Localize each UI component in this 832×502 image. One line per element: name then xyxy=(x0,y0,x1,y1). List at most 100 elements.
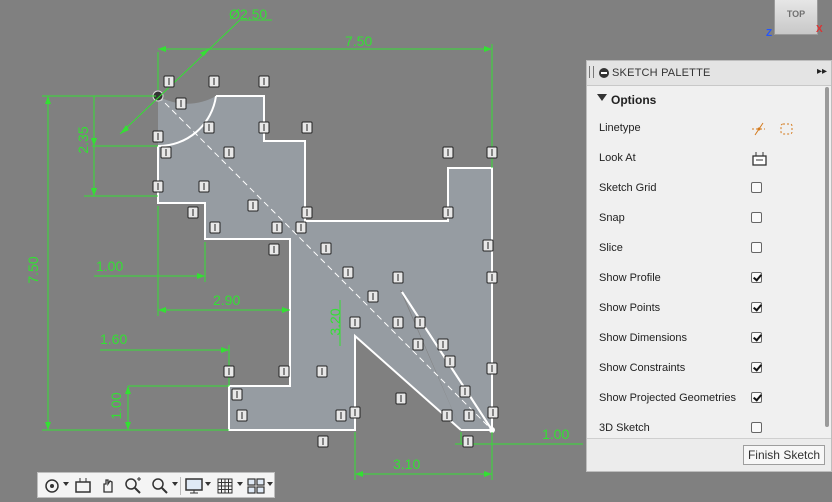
constraint-glyph-icon[interactable] xyxy=(392,316,404,329)
constraint-glyph-icon[interactable] xyxy=(316,365,328,378)
grid-settings-icon[interactable] xyxy=(215,476,235,496)
constraint-glyph-icon[interactable] xyxy=(236,409,248,422)
zoom-icon[interactable] xyxy=(123,476,143,496)
collapse-palette-icon[interactable] xyxy=(599,68,609,78)
constraint-glyph-icon[interactable] xyxy=(295,221,307,234)
option-checkbox[interactable] xyxy=(751,182,762,193)
constraint-glyph-icon[interactable] xyxy=(320,242,332,255)
option-checkbox[interactable] xyxy=(751,302,762,313)
option-row[interactable]: Slice xyxy=(587,234,831,264)
constraint-glyph-icon[interactable] xyxy=(187,206,199,219)
constraint-glyph-icon[interactable] xyxy=(301,121,313,134)
display-dropdown-icon[interactable] xyxy=(205,482,211,486)
constraint-glyph-icon[interactable] xyxy=(349,316,361,329)
orbit-dropdown-icon[interactable] xyxy=(63,482,69,486)
linetype-icons[interactable] xyxy=(751,120,797,138)
constraint-glyph-icon[interactable] xyxy=(395,392,407,405)
constraint-glyph-icon[interactable] xyxy=(412,338,424,351)
option-row[interactable]: Show Points xyxy=(587,294,831,324)
option-checkbox[interactable] xyxy=(751,422,762,433)
constraint-glyph-icon[interactable] xyxy=(223,365,235,378)
palette-scrollbar[interactable] xyxy=(825,87,829,427)
option-row[interactable]: Show Dimensions xyxy=(587,324,831,354)
expand-palette-icon[interactable]: ▸▸ xyxy=(817,66,827,77)
constraint-glyph-icon[interactable] xyxy=(444,355,456,368)
option-row[interactable]: Show Profile xyxy=(587,264,831,294)
constraint-glyph-icon[interactable] xyxy=(209,221,221,234)
option-row[interactable]: Sketch Grid xyxy=(587,174,831,204)
constraint-glyph-icon[interactable] xyxy=(462,435,474,448)
pan-icon[interactable] xyxy=(98,476,118,496)
option-checkbox[interactable] xyxy=(751,242,762,253)
axis-x-label: X xyxy=(816,24,823,35)
constraint-glyph-icon[interactable] xyxy=(486,146,498,159)
chevron-down-icon xyxy=(597,94,607,101)
option-row[interactable]: Show Constraints xyxy=(587,354,831,384)
constraint-glyph-icon[interactable] xyxy=(301,206,313,219)
palette-header[interactable]: SKETCH PALETTE ▸▸ xyxy=(587,61,831,86)
constraint-glyph-icon[interactable] xyxy=(482,239,494,252)
display-settings-icon[interactable] xyxy=(184,476,204,496)
constraint-glyph-icon[interactable] xyxy=(486,362,498,375)
construction-linetype-icon[interactable] xyxy=(752,122,765,136)
constraint-glyph-icon[interactable] xyxy=(441,409,453,422)
grid-dropdown-icon[interactable] xyxy=(237,482,243,486)
constraint-glyph-icon[interactable] xyxy=(208,75,220,88)
constraint-glyph-icon[interactable] xyxy=(175,97,187,110)
option-row[interactable]: Snap xyxy=(587,204,831,234)
option-checkbox[interactable] xyxy=(751,362,762,373)
option-checkbox[interactable] xyxy=(751,332,762,343)
viewports-icon[interactable] xyxy=(246,476,266,496)
look-at-icon[interactable] xyxy=(73,476,93,496)
constraint-glyph-icon[interactable] xyxy=(437,338,449,351)
constraint-glyph-icon[interactable] xyxy=(231,388,243,401)
option-label: Show Projected Geometries xyxy=(599,392,736,404)
constraint-glyph-icon[interactable] xyxy=(268,243,280,256)
constraint-glyph-icon[interactable] xyxy=(392,271,404,284)
zoom-dropdown-icon[interactable] xyxy=(172,482,178,486)
option-label: Look At xyxy=(599,152,636,164)
constraint-glyph-icon[interactable] xyxy=(278,365,290,378)
constraint-glyph-icon[interactable] xyxy=(335,409,347,422)
constraint-glyph-icon[interactable] xyxy=(367,290,379,303)
option-checkbox[interactable] xyxy=(751,212,762,223)
constraint-glyph-icon[interactable] xyxy=(463,409,475,422)
constraint-glyph-icon[interactable] xyxy=(198,180,210,193)
centerline-linetype-icon[interactable] xyxy=(780,123,793,135)
option-checkbox[interactable] xyxy=(751,392,762,403)
orbit-icon[interactable] xyxy=(42,476,62,496)
constraint-glyph-icon[interactable] xyxy=(459,385,471,398)
drag-grip-icon[interactable] xyxy=(589,66,594,78)
constraint-glyph-icon[interactable] xyxy=(442,146,454,159)
option-row[interactable]: Look At xyxy=(587,144,831,174)
constraint-glyph-icon[interactable] xyxy=(152,180,164,193)
option-row[interactable]: Linetype xyxy=(587,114,831,144)
finish-sketch-button[interactable]: Finish Sketch xyxy=(742,445,825,465)
constraint-glyph-icon[interactable] xyxy=(258,75,270,88)
constraint-glyph-icon[interactable] xyxy=(160,146,172,159)
viewports-dropdown-icon[interactable] xyxy=(267,482,273,486)
look-at-sketch-icon[interactable] xyxy=(751,150,769,168)
constraint-glyph-icon[interactable] xyxy=(203,121,215,134)
constraint-glyph-icon[interactable] xyxy=(163,75,175,88)
view-cube-face-top[interactable]: TOP xyxy=(774,0,818,35)
options-section[interactable]: Options xyxy=(587,86,831,114)
option-checkbox[interactable] xyxy=(751,272,762,283)
dim-left-height: 7.50 xyxy=(25,256,41,283)
fit-icon[interactable] xyxy=(150,476,170,496)
constraint-glyph-icon[interactable] xyxy=(152,130,164,143)
constraint-glyph-icon[interactable] xyxy=(442,206,454,219)
constraint-glyph-icon[interactable] xyxy=(258,121,270,134)
option-row[interactable]: Show Projected Geometries xyxy=(587,384,831,414)
constraint-glyph-icon[interactable] xyxy=(271,221,283,234)
constraint-glyph-icon[interactable] xyxy=(414,316,426,329)
constraint-glyph-icon[interactable] xyxy=(486,271,498,284)
constraint-glyph-icon[interactable] xyxy=(247,199,259,212)
constraint-glyph-icon[interactable] xyxy=(223,146,235,159)
constraint-glyph-icon[interactable] xyxy=(349,406,361,419)
constraint-glyph-icon[interactable] xyxy=(487,406,499,419)
view-cube[interactable]: TOP Z X xyxy=(766,0,826,42)
sketch-palette: SKETCH PALETTE ▸▸ Options Linetype Look A… xyxy=(586,60,832,472)
constraint-glyph-icon[interactable] xyxy=(317,435,329,448)
constraint-glyph-icon[interactable] xyxy=(342,266,354,279)
